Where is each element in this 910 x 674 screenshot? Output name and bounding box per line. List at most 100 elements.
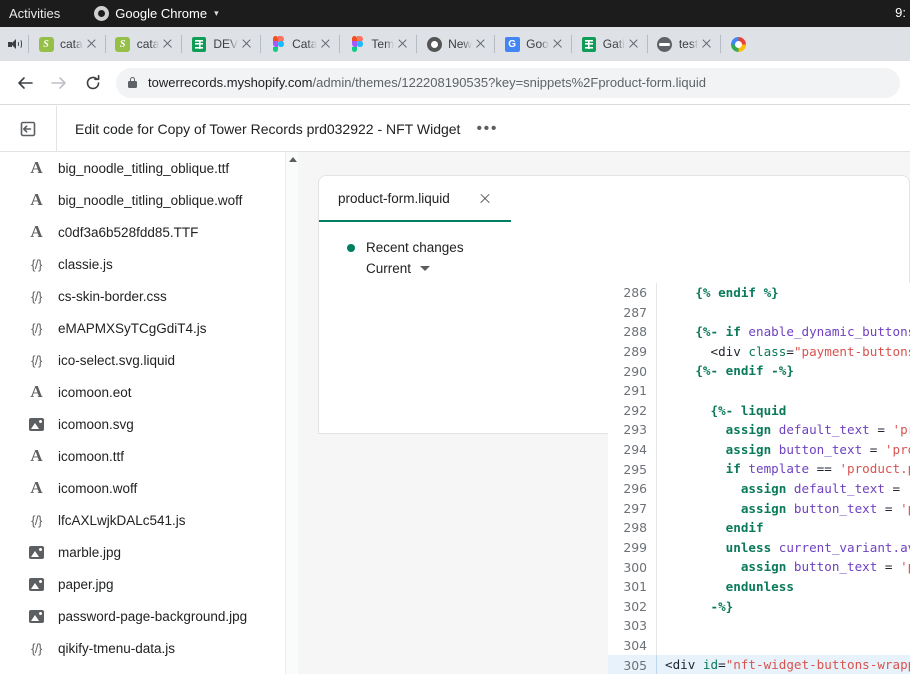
- file-list-item-label: classie.js: [58, 257, 113, 272]
- scroll-up-arrow-icon[interactable]: [289, 157, 297, 162]
- code-line[interactable]: 293 assign default_text = 'products.prod…: [608, 420, 910, 440]
- file-list-item[interactable]: marble.jpg: [0, 536, 298, 568]
- line-number: 288: [608, 324, 656, 339]
- reload-icon[interactable]: [76, 66, 110, 100]
- browser-tab-title: Tem: [371, 37, 394, 51]
- version-selector-label: Current: [366, 261, 411, 276]
- close-icon[interactable]: [479, 192, 492, 205]
- exit-code-editor-icon[interactable]: [11, 112, 45, 146]
- file-list-item[interactable]: paper.jpg: [0, 568, 298, 600]
- file-list-item-label: icomoon.svg: [58, 417, 134, 432]
- browser-tab[interactable]: DEV: [181, 27, 260, 61]
- more-actions-button[interactable]: •••: [476, 124, 498, 134]
- font-file-icon: A: [26, 446, 47, 466]
- line-number: 289: [608, 344, 656, 359]
- browser-tab[interactable]: New: [416, 27, 494, 61]
- code-line-text: {%- liquid: [656, 401, 910, 421]
- file-list-item-label: paper.jpg: [58, 577, 114, 592]
- line-number: 300: [608, 560, 656, 575]
- code-line[interactable]: 298 endif: [608, 518, 910, 538]
- google-translate-icon: [504, 36, 520, 52]
- file-list-item[interactable]: Aicomoon.woff: [0, 472, 298, 504]
- file-list-item[interactable]: Abig_noodle_titling_oblique.ttf: [0, 152, 298, 184]
- browser-tab[interactable]: Gati: [571, 27, 647, 61]
- sidebar-scrollbar[interactable]: [285, 152, 298, 674]
- back-arrow-icon[interactable]: [8, 66, 42, 100]
- file-list-item[interactable]: Aicomoon.ttf: [0, 440, 298, 472]
- code-line[interactable]: 289 <div class="payment-buttons">: [608, 342, 910, 362]
- page-title: Edit code for Copy of Tower Records prd0…: [75, 121, 460, 137]
- code-line[interactable]: 287: [608, 303, 910, 323]
- code-line[interactable]: 295 if template == 'product.preorder': [608, 459, 910, 479]
- os-clock[interactable]: 9:: [895, 5, 906, 20]
- file-list-item[interactable]: password-page-background.jpg: [0, 600, 298, 632]
- close-icon[interactable]: [161, 37, 175, 51]
- code-line[interactable]: 302 -%}: [608, 597, 910, 617]
- browser-tab[interactable]: [720, 27, 790, 61]
- address-bar[interactable]: towerrecords.myshopify.com/admin/themes/…: [116, 68, 900, 98]
- browser-tab[interactable]: Cata: [260, 27, 339, 61]
- file-list-item[interactable]: {/}lfcAXLwjkDALc541.js: [0, 504, 298, 536]
- close-icon[interactable]: [551, 37, 565, 51]
- code-line[interactable]: 296 assign default_text = 'products.prod…: [608, 479, 910, 499]
- activities-button[interactable]: Activities: [9, 6, 60, 21]
- browser-tab[interactable]: cata: [28, 27, 105, 61]
- editor-file-tab[interactable]: product-form.liquid: [319, 176, 511, 223]
- file-list-item[interactable]: {/}eMAPMXSyTCgGdiT4.js: [0, 312, 298, 344]
- code-line[interactable]: 290 {%- endif -%}: [608, 361, 910, 381]
- close-icon[interactable]: [319, 37, 333, 51]
- globe-icon: [657, 36, 673, 52]
- code-line[interactable]: 304: [608, 636, 910, 656]
- code-line[interactable]: 301 endunless: [608, 577, 910, 597]
- code-line[interactable]: 303: [608, 616, 910, 636]
- browser-tab[interactable]: Goo: [494, 27, 571, 61]
- code-line[interactable]: 294 assign button_text = 'products.produ…: [608, 440, 910, 460]
- figma-icon: [270, 36, 286, 52]
- line-number: 293: [608, 422, 656, 437]
- font-file-icon: A: [26, 478, 47, 498]
- version-selector[interactable]: Current: [319, 255, 909, 276]
- editor-tab-bar: product-form.liquid: [318, 175, 910, 222]
- code-line[interactable]: 305<div id="nft-widget-buttons-wrapper" …: [608, 655, 910, 674]
- close-icon[interactable]: [474, 37, 488, 51]
- close-icon[interactable]: [240, 37, 254, 51]
- file-list-item[interactable]: {/}classie.js: [0, 248, 298, 280]
- file-list-item[interactable]: Ac0df3a6b528fdd85.TTF: [0, 216, 298, 248]
- browser-tab-title: Cata: [292, 37, 317, 51]
- code-line[interactable]: 297 assign button_text = 'products.produ…: [608, 499, 910, 519]
- file-list-item[interactable]: {/}ico-select.svg.liquid: [0, 344, 298, 376]
- font-file-icon: A: [26, 158, 47, 178]
- close-icon[interactable]: [396, 37, 410, 51]
- file-list-item-label: icomoon.woff: [58, 481, 137, 496]
- code-line-text: [656, 636, 910, 656]
- file-list-item[interactable]: {/}cs-skin-border.css: [0, 280, 298, 312]
- code-line[interactable]: 286 {% endif %}: [608, 283, 910, 303]
- code-line[interactable]: 299 unless current_variant.available: [608, 538, 910, 558]
- code-line[interactable]: 300 assign button_text = 'products.produ…: [608, 557, 910, 577]
- close-icon[interactable]: [700, 37, 714, 51]
- browser-tab[interactable]: test: [647, 27, 720, 61]
- code-line[interactable]: 292 {%- liquid: [608, 401, 910, 421]
- line-number: 298: [608, 520, 656, 535]
- file-list-item[interactable]: {/}qikify-tmenu-data.js: [0, 632, 298, 664]
- chevron-down-icon: ▾: [214, 8, 219, 19]
- code-line-text: [656, 303, 910, 323]
- file-list-item[interactable]: Abig_noodle_titling_oblique.woff: [0, 184, 298, 216]
- code-line[interactable]: 288 {%- if enable_dynamic_buttons -%}: [608, 322, 910, 342]
- browser-tab[interactable]: cata: [105, 27, 182, 61]
- file-list-item-label: big_noodle_titling_oblique.woff: [58, 193, 242, 208]
- browser-tab-title: test: [679, 37, 698, 51]
- browser-tab[interactable]: Tem: [339, 27, 416, 61]
- close-icon[interactable]: [85, 37, 99, 51]
- editor-file-tab-label: product-form.liquid: [338, 191, 450, 206]
- chevron-down-icon: [420, 266, 430, 271]
- active-app-menu[interactable]: Google Chrome ▾: [94, 6, 218, 21]
- file-list-item[interactable]: Aicomoon.eot: [0, 376, 298, 408]
- close-icon[interactable]: [627, 37, 641, 51]
- code-line[interactable]: 291: [608, 381, 910, 401]
- file-list-item[interactable]: icomoon.svg: [0, 408, 298, 440]
- code-editor-content[interactable]: 286 {% endif %}287288 {%- if enable_dyna…: [608, 283, 910, 674]
- code-file-icon: {/}: [26, 353, 47, 368]
- speaker-icon[interactable]: [0, 27, 28, 61]
- url-host: towerrecords.myshopify.com: [148, 75, 312, 90]
